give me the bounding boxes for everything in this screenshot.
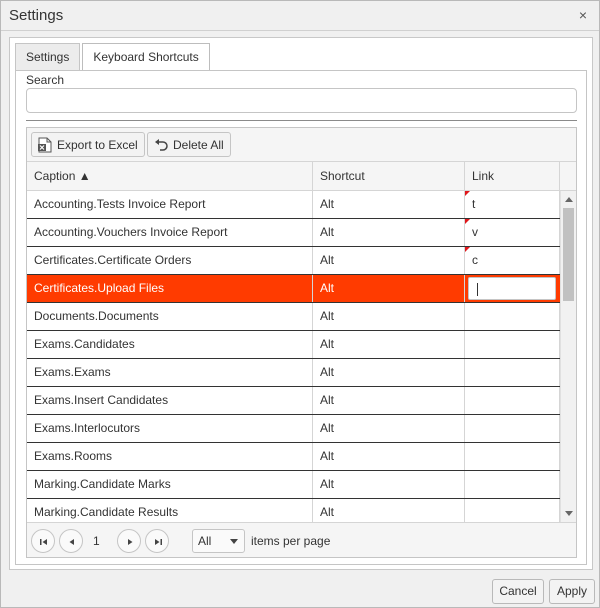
grid-pager: 1 All items per page: [27, 522, 576, 557]
shortcut-cell[interactable]: Alt: [313, 303, 465, 330]
link-cell[interactable]: [465, 415, 560, 442]
shortcut-cell[interactable]: Alt: [313, 191, 465, 218]
caption-cell[interactable]: Exams.Candidates: [27, 331, 313, 358]
dialog-body: Settings Keyboard Shortcuts Search Expor…: [9, 37, 593, 570]
column-header-caption[interactable]: Caption ▲: [27, 162, 313, 191]
export-to-excel-label: Export to Excel: [57, 137, 138, 152]
vertical-scrollbar[interactable]: [560, 191, 576, 522]
link-cell[interactable]: [465, 443, 560, 470]
table-row[interactable]: Exams.Candidates Alt: [27, 331, 560, 359]
table-row[interactable]: Marking.Candidate Marks Alt: [27, 471, 560, 499]
table-row[interactable]: Documents.Documents Alt: [27, 303, 560, 331]
caption-cell[interactable]: Marking.Candidate Results: [27, 499, 313, 522]
column-header-link[interactable]: Link: [465, 162, 560, 191]
tab-keyboard-shortcuts[interactable]: Keyboard Shortcuts: [82, 43, 210, 73]
link-cell[interactable]: [465, 359, 560, 386]
caption-cell[interactable]: Exams.Rooms: [27, 443, 313, 470]
column-header-shortcut[interactable]: Shortcut: [313, 162, 465, 191]
previous-page-button[interactable]: [59, 529, 83, 553]
keyboard-shortcuts-panel: Search Export to Excel Delete All Captio…: [15, 70, 587, 565]
chevron-left-icon: [69, 539, 74, 545]
delete-all-button[interactable]: Delete All: [147, 132, 231, 157]
table-row[interactable]: Exams.Insert Candidates Alt: [27, 387, 560, 415]
caption-cell[interactable]: Certificates.Upload Files: [27, 275, 313, 302]
table-row[interactable]: Accounting.Vouchers Invoice Report Alt v: [27, 219, 560, 247]
scroll-down-icon[interactable]: [565, 511, 573, 516]
link-edit-input[interactable]: [468, 277, 556, 300]
grid-toolbar: Export to Excel Delete All: [27, 128, 576, 162]
first-page-button[interactable]: [31, 529, 55, 553]
table-row[interactable]: Accounting.Tests Invoice Report Alt t: [27, 191, 560, 219]
table-row[interactable]: Exams.Rooms Alt: [27, 443, 560, 471]
table-row[interactable]: Exams.Exams Alt: [27, 359, 560, 387]
page-size-select[interactable]: All: [192, 529, 245, 553]
caption-cell[interactable]: Marking.Candidate Marks: [27, 471, 313, 498]
shortcut-cell[interactable]: Alt: [313, 387, 465, 414]
shortcut-cell[interactable]: Alt: [313, 275, 465, 302]
divider: [26, 120, 577, 121]
scroll-up-icon[interactable]: [565, 197, 573, 202]
link-cell[interactable]: [465, 387, 560, 414]
shortcut-cell[interactable]: Alt: [313, 471, 465, 498]
close-icon[interactable]: ×: [575, 7, 591, 23]
delete-all-label: Delete All: [173, 137, 224, 152]
caption-cell[interactable]: Accounting.Tests Invoice Report: [27, 191, 313, 218]
table-row-selected[interactable]: Certificates.Upload Files Alt: [27, 275, 560, 303]
shortcut-cell[interactable]: Alt: [313, 443, 465, 470]
search-label: Search: [26, 73, 65, 87]
grid-header: Caption ▲ Shortcut Link: [27, 162, 576, 191]
last-page-icon: [155, 539, 162, 545]
caption-cell[interactable]: Certificates.Certificate Orders: [27, 247, 313, 274]
tab-strip: Settings Keyboard Shortcuts: [15, 43, 212, 73]
settings-dialog: Settings × Settings Keyboard Shortcuts S…: [0, 0, 600, 608]
last-page-button[interactable]: [145, 529, 169, 553]
page-size-value: All: [198, 534, 212, 548]
first-page-icon: [40, 539, 47, 545]
link-cell[interactable]: [465, 499, 560, 522]
caption-cell[interactable]: Exams.Exams: [27, 359, 313, 386]
table-row[interactable]: Exams.Interlocutors Alt: [27, 415, 560, 443]
scroll-thumb[interactable]: [563, 208, 574, 301]
tab-settings[interactable]: Settings: [15, 43, 81, 71]
next-page-button[interactable]: [117, 529, 141, 553]
caption-cell[interactable]: Exams.Interlocutors: [27, 415, 313, 442]
excel-icon: [38, 137, 52, 153]
caption-cell[interactable]: Documents.Documents: [27, 303, 313, 330]
cancel-button[interactable]: Cancel: [492, 579, 544, 604]
items-per-page-label: items per page: [251, 534, 331, 548]
chevron-right-icon: [128, 539, 133, 545]
shortcut-cell[interactable]: Alt: [313, 359, 465, 386]
link-cell[interactable]: [465, 471, 560, 498]
table-row[interactable]: Certificates.Certificate Orders Alt c: [27, 247, 560, 275]
shortcut-cell[interactable]: Alt: [313, 499, 465, 522]
link-cell[interactable]: [465, 303, 560, 330]
link-cell-editing[interactable]: [465, 275, 560, 302]
caption-cell[interactable]: Accounting.Vouchers Invoice Report: [27, 219, 313, 246]
current-page-number[interactable]: 1: [93, 534, 100, 548]
shortcut-cell[interactable]: Alt: [313, 331, 465, 358]
shortcut-cell[interactable]: Alt: [313, 247, 465, 274]
link-cell[interactable]: v: [465, 219, 560, 246]
link-cell[interactable]: [465, 331, 560, 358]
shortcut-cell[interactable]: Alt: [313, 415, 465, 442]
undo-icon: [154, 138, 168, 151]
dialog-title: Settings: [9, 7, 64, 24]
chevron-down-icon: [230, 539, 238, 544]
link-cell[interactable]: t: [465, 191, 560, 218]
search-input[interactable]: [26, 88, 577, 113]
shortcuts-grid: Export to Excel Delete All Caption ▲ Sho…: [26, 127, 577, 558]
shortcut-cell[interactable]: Alt: [313, 219, 465, 246]
table-row[interactable]: Marking.Candidate Results Alt: [27, 499, 560, 522]
link-cell[interactable]: c: [465, 247, 560, 274]
export-to-excel-button[interactable]: Export to Excel: [31, 132, 145, 157]
caption-cell[interactable]: Exams.Insert Candidates: [27, 387, 313, 414]
grid-rows: Accounting.Tests Invoice Report Alt t Ac…: [27, 191, 560, 522]
text-caret: [477, 283, 478, 296]
title-bar: Settings ×: [1, 1, 599, 31]
apply-button[interactable]: Apply: [549, 579, 595, 604]
